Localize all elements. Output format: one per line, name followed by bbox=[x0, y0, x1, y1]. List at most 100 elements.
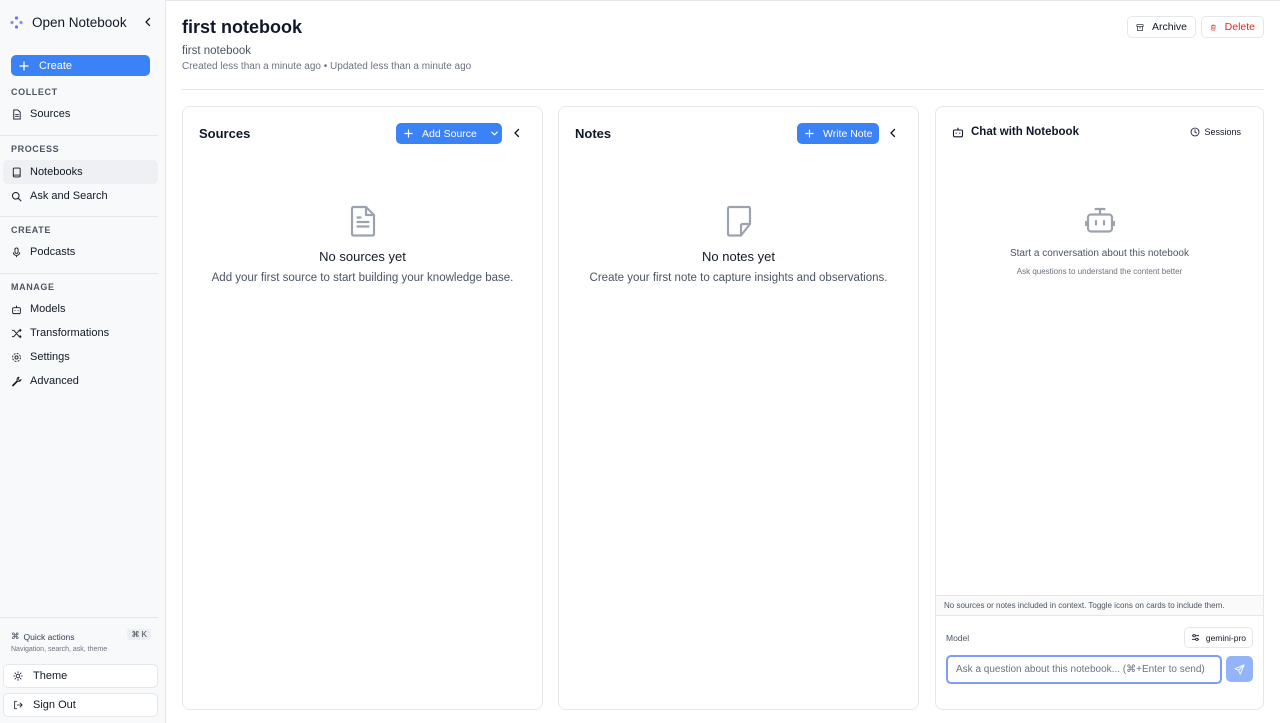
create-button-label: Create bbox=[39, 59, 73, 72]
notes-panel-title: Notes bbox=[575, 126, 612, 141]
sidebar-item-label: Notebooks bbox=[30, 166, 83, 178]
bot-icon bbox=[936, 206, 1263, 234]
sidebar: Open Notebook Create COLLECT Sources PRO… bbox=[0, 0, 166, 723]
sidebar-item-label: Settings bbox=[30, 351, 70, 363]
collapse-sidebar-button[interactable] bbox=[140, 12, 156, 32]
divider bbox=[0, 617, 158, 618]
sources-empty-title: No sources yet bbox=[319, 249, 406, 264]
collapse-notes-button[interactable] bbox=[886, 126, 900, 140]
main-content: first notebook first notebook Created le… bbox=[166, 0, 1280, 723]
sign-out-button[interactable]: Sign Out bbox=[3, 693, 158, 717]
sources-empty-subtitle: Add your first source to start building … bbox=[211, 272, 514, 284]
sidebar-item-ask-search[interactable]: Ask and Search bbox=[3, 184, 158, 208]
divider bbox=[0, 273, 158, 274]
section-label-process: PROCESS bbox=[11, 144, 60, 154]
sidebar-item-notebooks[interactable]: Notebooks bbox=[3, 160, 158, 184]
command-icon: ⌘ bbox=[11, 631, 20, 641]
microphone-icon bbox=[12, 246, 21, 257]
logo-icon bbox=[10, 15, 23, 29]
chat-input[interactable] bbox=[946, 655, 1222, 684]
model-value: gemini-pro bbox=[1205, 632, 1246, 643]
sessions-button[interactable]: Sessions bbox=[1190, 127, 1241, 137]
add-source-button[interactable]: Add Source bbox=[396, 123, 502, 144]
quick-actions-hint: Navigation, search, ask, theme bbox=[11, 646, 108, 653]
chat-panel-title: Chat with Notebook bbox=[952, 126, 1079, 138]
archive-label: Archive bbox=[1151, 21, 1187, 33]
plus-icon bbox=[404, 129, 413, 138]
model-label: Model bbox=[946, 633, 970, 643]
write-note-button[interactable]: Write Note bbox=[797, 123, 879, 144]
book-icon bbox=[12, 167, 21, 177]
chevron-left-icon bbox=[514, 128, 520, 138]
sidebar-item-label: Sources bbox=[30, 108, 71, 120]
sidebar-item-models[interactable]: Models bbox=[3, 297, 158, 321]
chevron-down-icon bbox=[491, 131, 498, 136]
write-note-label: Write Note bbox=[823, 127, 873, 140]
chat-empty-title: Start a conversation about this notebook bbox=[1009, 248, 1189, 259]
sidebar-item-settings[interactable]: Settings bbox=[3, 345, 158, 369]
section-label-collect: COLLECT bbox=[11, 87, 58, 97]
notes-panel: Notes Write Note No notes yet Create you… bbox=[558, 106, 919, 710]
search-icon bbox=[11, 191, 22, 201]
section-label-create: CREATE bbox=[11, 225, 51, 235]
add-source-label: Add Source bbox=[422, 127, 477, 140]
delete-button[interactable]: Delete bbox=[1201, 16, 1264, 38]
trash-icon bbox=[1210, 24, 1216, 30]
quick-actions-label: Quick actions bbox=[23, 631, 75, 642]
divider bbox=[0, 216, 158, 217]
send-icon bbox=[1234, 663, 1245, 675]
sources-panel: Sources Add Source No sources yet Add yo… bbox=[182, 106, 543, 710]
sticky-note-icon bbox=[559, 205, 918, 237]
sidebar-item-advanced[interactable]: Advanced bbox=[3, 369, 158, 393]
brand: Open Notebook bbox=[10, 12, 156, 32]
send-button[interactable] bbox=[1226, 656, 1253, 682]
archive-button[interactable]: Archive bbox=[1127, 16, 1196, 38]
file-text-icon bbox=[13, 108, 21, 120]
app-name: Open Notebook bbox=[32, 14, 127, 30]
chevron-left-icon bbox=[890, 128, 896, 138]
sun-icon bbox=[13, 671, 23, 681]
clock-icon bbox=[1191, 127, 1200, 137]
sources-panel-title: Sources bbox=[199, 126, 251, 141]
notebook-description: first notebook bbox=[182, 45, 252, 57]
shuffle-icon bbox=[11, 328, 22, 338]
notebook-meta: Created less than a minute ago • Updated… bbox=[182, 61, 472, 72]
log-out-icon bbox=[14, 700, 23, 710]
wrench-icon bbox=[11, 376, 22, 386]
page-title: first notebook bbox=[182, 17, 302, 37]
delete-label: Delete bbox=[1224, 21, 1255, 33]
theme-button[interactable]: Theme bbox=[3, 664, 158, 688]
context-notice: No sources or notes included in context.… bbox=[936, 595, 1263, 616]
create-button[interactable]: Create bbox=[11, 55, 150, 76]
plus-icon bbox=[19, 60, 29, 71]
chat-empty-subtitle: Ask questions to understand the content … bbox=[1016, 267, 1183, 276]
header-divider bbox=[182, 89, 1264, 90]
chevron-left-icon bbox=[145, 17, 151, 27]
divider bbox=[0, 135, 158, 136]
sidebar-item-label: Podcasts bbox=[30, 246, 76, 258]
model-selector-button[interactable]: gemini-pro bbox=[1183, 627, 1253, 648]
section-label-manage: MANAGE bbox=[11, 282, 55, 292]
quick-actions[interactable]: ⌘ Quick actions ⌘ K Navigation, search, … bbox=[11, 629, 151, 653]
sidebar-item-podcasts[interactable]: Podcasts bbox=[3, 240, 158, 264]
plus-icon bbox=[805, 129, 814, 138]
sidebar-item-label: Ask and Search bbox=[30, 190, 108, 202]
sidebar-item-sources[interactable]: Sources bbox=[3, 102, 158, 126]
archive-icon bbox=[1136, 23, 1144, 31]
gear-icon bbox=[12, 352, 21, 362]
bot-icon bbox=[12, 305, 21, 314]
shortcut-badge: ⌘ K bbox=[127, 629, 151, 640]
chat-title-label: Chat with Notebook bbox=[971, 126, 1079, 138]
sidebar-item-label: Advanced bbox=[30, 375, 79, 387]
notes-empty-subtitle: Create your first note to capture insigh… bbox=[589, 272, 888, 284]
chat-panel: Chat with Notebook Sessions Start a conv… bbox=[935, 106, 1264, 710]
sidebar-item-transformations[interactable]: Transformations bbox=[3, 321, 158, 345]
collapse-sources-button[interactable] bbox=[510, 126, 524, 140]
bot-icon bbox=[952, 127, 964, 138]
sign-out-label: Sign Out bbox=[33, 699, 76, 711]
file-text-icon bbox=[183, 205, 542, 237]
theme-label: Theme bbox=[33, 670, 68, 682]
sidebar-item-label: Models bbox=[30, 303, 66, 315]
notes-empty-title: No notes yet bbox=[702, 249, 775, 264]
sessions-label: Sessions bbox=[1204, 127, 1241, 137]
